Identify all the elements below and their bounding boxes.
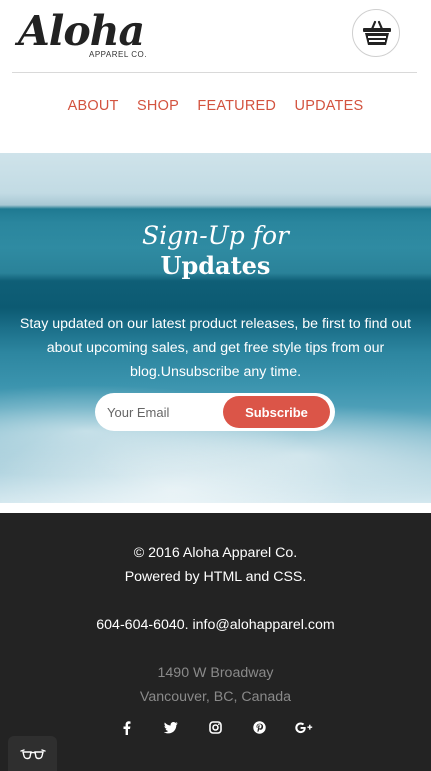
glasses-icon (20, 749, 46, 760)
hero-description: Stay updated on our latest product relea… (19, 316, 412, 380)
cart-button[interactable] (352, 9, 400, 57)
instagram-icon[interactable] (205, 718, 227, 736)
logo-tagline: APPAREL CO. (89, 50, 147, 59)
accessibility-button[interactable] (8, 736, 57, 771)
hero-title-line1: Sign-Up for (142, 221, 289, 250)
signup-hero: Sign-Up for Updates Stay updated on our … (0, 153, 431, 503)
shopping-basket-icon (363, 20, 391, 45)
nav-item-featured[interactable]: FEATURED (197, 96, 276, 116)
nav-item-about[interactable]: ABOUT (68, 96, 119, 116)
section-gap (0, 503, 431, 513)
logo[interactable]: Aloha APPAREL CO. (18, 6, 158, 62)
subscribe-button[interactable]: Subscribe (223, 396, 330, 428)
footer-address-line2: Vancouver, BC, Canada (139, 689, 292, 705)
header-divider (12, 72, 417, 73)
main-nav: ABOUT SHOP FEATURED UPDATES (0, 96, 431, 116)
footer-contact[interactable]: 604-604-6040. info@alohapparel.com (0, 615, 431, 635)
nav-item-updates[interactable]: UPDATES (295, 96, 364, 116)
footer-powered: Powered by HTML and CSS. (124, 569, 307, 585)
footer-copyright: © 2016 Aloha Apparel Co. (133, 545, 298, 561)
logo-wordmark: Aloha (18, 7, 145, 55)
site-footer: © 2016 Aloha Apparel Co. Powered by HTML… (0, 513, 431, 771)
twitter-icon[interactable] (160, 718, 182, 736)
nav-item-shop[interactable]: SHOP (137, 96, 179, 116)
footer-address-line1: 1490 W Broadway (157, 665, 274, 681)
google-plus-icon[interactable] (293, 718, 315, 736)
social-links (0, 718, 431, 738)
subscribe-form: Subscribe (95, 393, 335, 431)
hero-title-line2: Updates (160, 251, 271, 280)
pinterest-icon[interactable] (249, 718, 271, 736)
email-input[interactable] (107, 397, 217, 427)
site-header: Aloha APPAREL CO. ABOUT SHOP FEATURED UP… (0, 0, 431, 153)
facebook-icon[interactable] (116, 718, 138, 736)
